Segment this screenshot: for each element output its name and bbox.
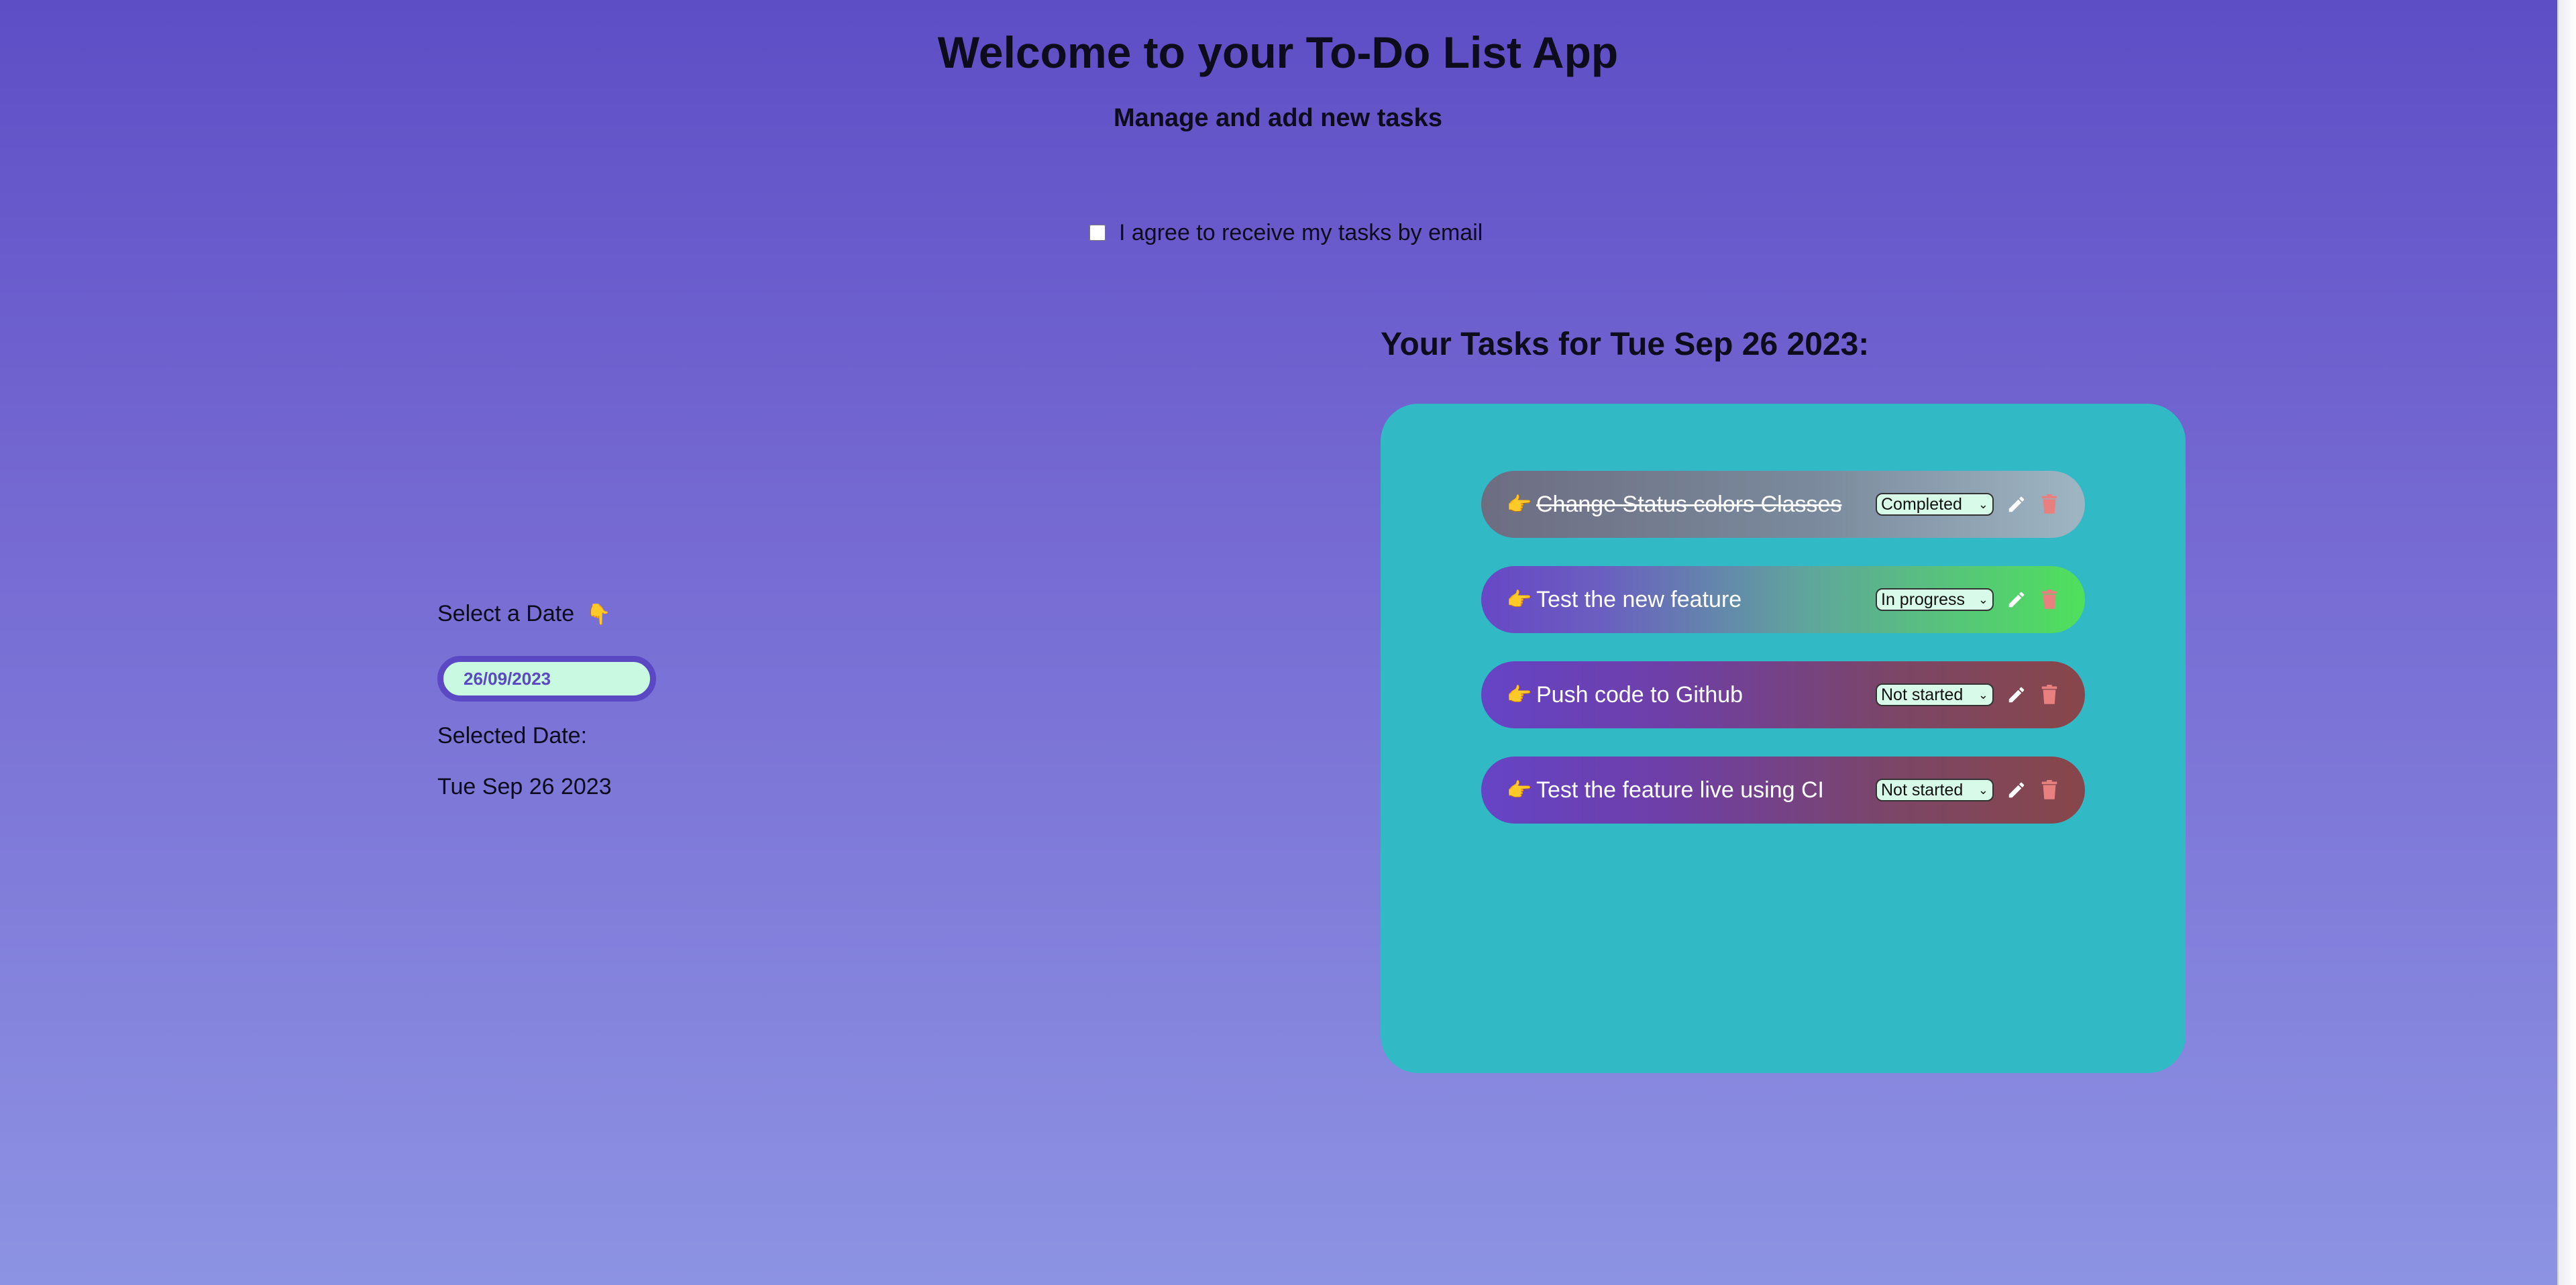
tasks-heading: Your Tasks for Tue Sep 26 2023: [1381,327,1870,362]
finger-down-icon: 👇 [586,604,611,626]
task-name: Change Status colors Classes [1536,491,1842,517]
selected-date-label: Selected Date: [437,723,588,748]
task-item: 👉 Push code to Github Not started ⌄ [1481,661,2085,728]
chevron-down-icon: ⌄ [1978,497,1988,511]
trash-icon[interactable] [2038,588,2061,612]
status-select-value: Not started [1881,780,1964,799]
hand-pointing-right-icon: 👉 [1507,683,1532,706]
chevron-down-icon: ⌄ [1978,783,1988,797]
hand-pointing-right-icon: 👉 [1507,493,1532,516]
trash-icon[interactable] [2038,778,2061,802]
status-select-value: Completed [1881,494,1962,514]
pencil-icon[interactable] [2004,492,2029,516]
date-input[interactable] [437,656,656,702]
task-name: Test the new feature [1536,586,1742,612]
trash-icon[interactable] [2038,492,2061,516]
selected-date-value: Tue Sep 26 2023 [437,774,612,799]
hand-pointing-right-icon: 👉 [1507,779,1532,801]
task-name: Push code to Github [1536,681,1743,708]
status-select[interactable]: Completed ⌄ [1876,493,1994,516]
status-select-value: Not started [1881,685,1964,704]
chevron-down-icon: ⌄ [1978,592,1988,606]
email-consent-label: I agree to receive my tasks by email [1119,219,1483,245]
tasks-panel: 👉 Change Status colors Classes Completed… [1381,404,2186,1073]
chevron-down-icon: ⌄ [1978,687,1988,702]
status-select[interactable]: In progress ⌄ [1876,588,1994,611]
trash-icon[interactable] [2038,683,2061,707]
pencil-icon[interactable] [2004,588,2029,612]
task-name: Test the feature live using CI [1536,777,1825,803]
pencil-icon[interactable] [2004,683,2029,707]
status-select[interactable]: Not started ⌄ [1876,779,1994,801]
date-picker-label-row: Select a Date 👇 [437,598,611,630]
task-item: 👉 Test the new feature In progress ⌄ [1481,566,2085,633]
email-consent-row: I agree to receive my tasks by email [1089,216,1483,249]
task-item: 👉 Change Status colors Classes Completed… [1481,471,2085,538]
status-select-value: In progress [1881,590,1966,609]
status-select[interactable]: Not started ⌄ [1876,683,1994,706]
hand-pointing-right-icon: 👉 [1507,588,1532,611]
pencil-icon[interactable] [2004,778,2029,802]
page-title: Welcome to your To-Do List App [937,27,1619,77]
email-consent-checkbox[interactable] [1089,225,1106,241]
vertical-scrollbar[interactable] [2557,0,2576,1285]
date-picker-label: Select a Date [437,601,575,626]
page-subtitle: Manage and add new tasks [1114,104,1442,132]
task-item: 👉 Test the feature live using CI Not sta… [1481,757,2085,824]
